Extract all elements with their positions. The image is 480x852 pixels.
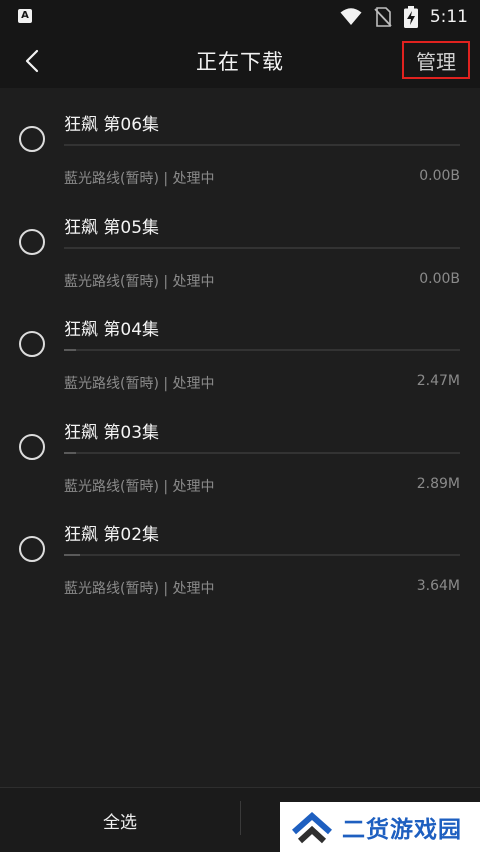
watermark-logo: 二货游戏园 — [280, 802, 480, 852]
select-all-button[interactable]: 全选 — [0, 788, 240, 852]
progress-bar — [64, 246, 460, 249]
select-radio[interactable] — [19, 433, 45, 460]
list-item[interactable]: 狂飙 第06集 藍光路线(暂時) | 处理中 0.00B — [0, 88, 480, 191]
status-text: 藍光路线(暂時) | 处理中 — [64, 478, 215, 495]
status-icons: 5:11 — [340, 4, 468, 30]
progress-fill — [64, 451, 76, 454]
list-item[interactable]: 狂飙 第02集 藍光路线(暂時) | 处理中 3.64M — [0, 498, 480, 601]
divider — [240, 801, 241, 835]
progress-fill — [64, 554, 80, 556]
manage-button[interactable]: 管理 — [402, 41, 470, 79]
select-radio[interactable] — [19, 126, 45, 152]
file-size: 2.47M — [416, 373, 460, 389]
episode-title: 狂飙 第05集 — [64, 217, 160, 238]
select-radio[interactable] — [19, 228, 45, 255]
list-item[interactable]: 狂飙 第03集 藍光路线(暂時) | 处理中 2.89M — [0, 396, 480, 499]
progress-bar — [64, 349, 460, 351]
status-time: 5:11 — [429, 7, 468, 27]
progress-bar — [64, 144, 460, 146]
status-text: 藍光路线(暂時) | 处理中 — [64, 581, 215, 597]
notification-a-icon: A — [18, 9, 32, 23]
episode-title: 狂飙 第06集 — [64, 115, 160, 135]
progress-fill — [64, 349, 76, 351]
select-radio[interactable] — [19, 536, 45, 562]
status-bar: A 5:11 — [0, 0, 480, 34]
file-size: 0.00B — [419, 270, 460, 287]
episode-title: 狂飙 第03集 — [64, 422, 160, 443]
status-text: 藍光路线(暂時) | 处理中 — [64, 376, 215, 392]
download-list: 狂飙 第06集 藍光路线(暂時) | 处理中 0.00B 狂飙 第05集 藍光路… — [0, 88, 480, 601]
no-sim-icon — [374, 7, 392, 27]
select-radio[interactable] — [19, 331, 45, 357]
top-app-bar: 正在下载 管理 — [0, 34, 480, 88]
file-size: 0.00B — [419, 168, 460, 184]
progress-bar — [64, 554, 460, 556]
wifi-icon — [340, 8, 362, 25]
file-size: 2.89M — [416, 475, 460, 492]
battery-charging-icon — [403, 6, 418, 28]
episode-title: 狂飙 第04集 — [64, 320, 160, 340]
list-item[interactable]: 狂飙 第05集 藍光路线(暂時) | 处理中 0.00B — [0, 191, 480, 294]
chevron-up-logo-icon — [292, 811, 332, 844]
watermark-text: 二货游戏园 — [342, 817, 462, 843]
progress-bar — [64, 451, 460, 454]
status-text: 藍光路线(暂時) | 处理中 — [64, 273, 215, 290]
status-text: 藍光路线(暂時) | 处理中 — [64, 171, 215, 187]
episode-title: 狂飙 第02集 — [64, 525, 160, 545]
list-item[interactable]: 狂飙 第04集 藍光路线(暂時) | 处理中 2.47M — [0, 293, 480, 396]
file-size: 3.64M — [416, 578, 460, 594]
